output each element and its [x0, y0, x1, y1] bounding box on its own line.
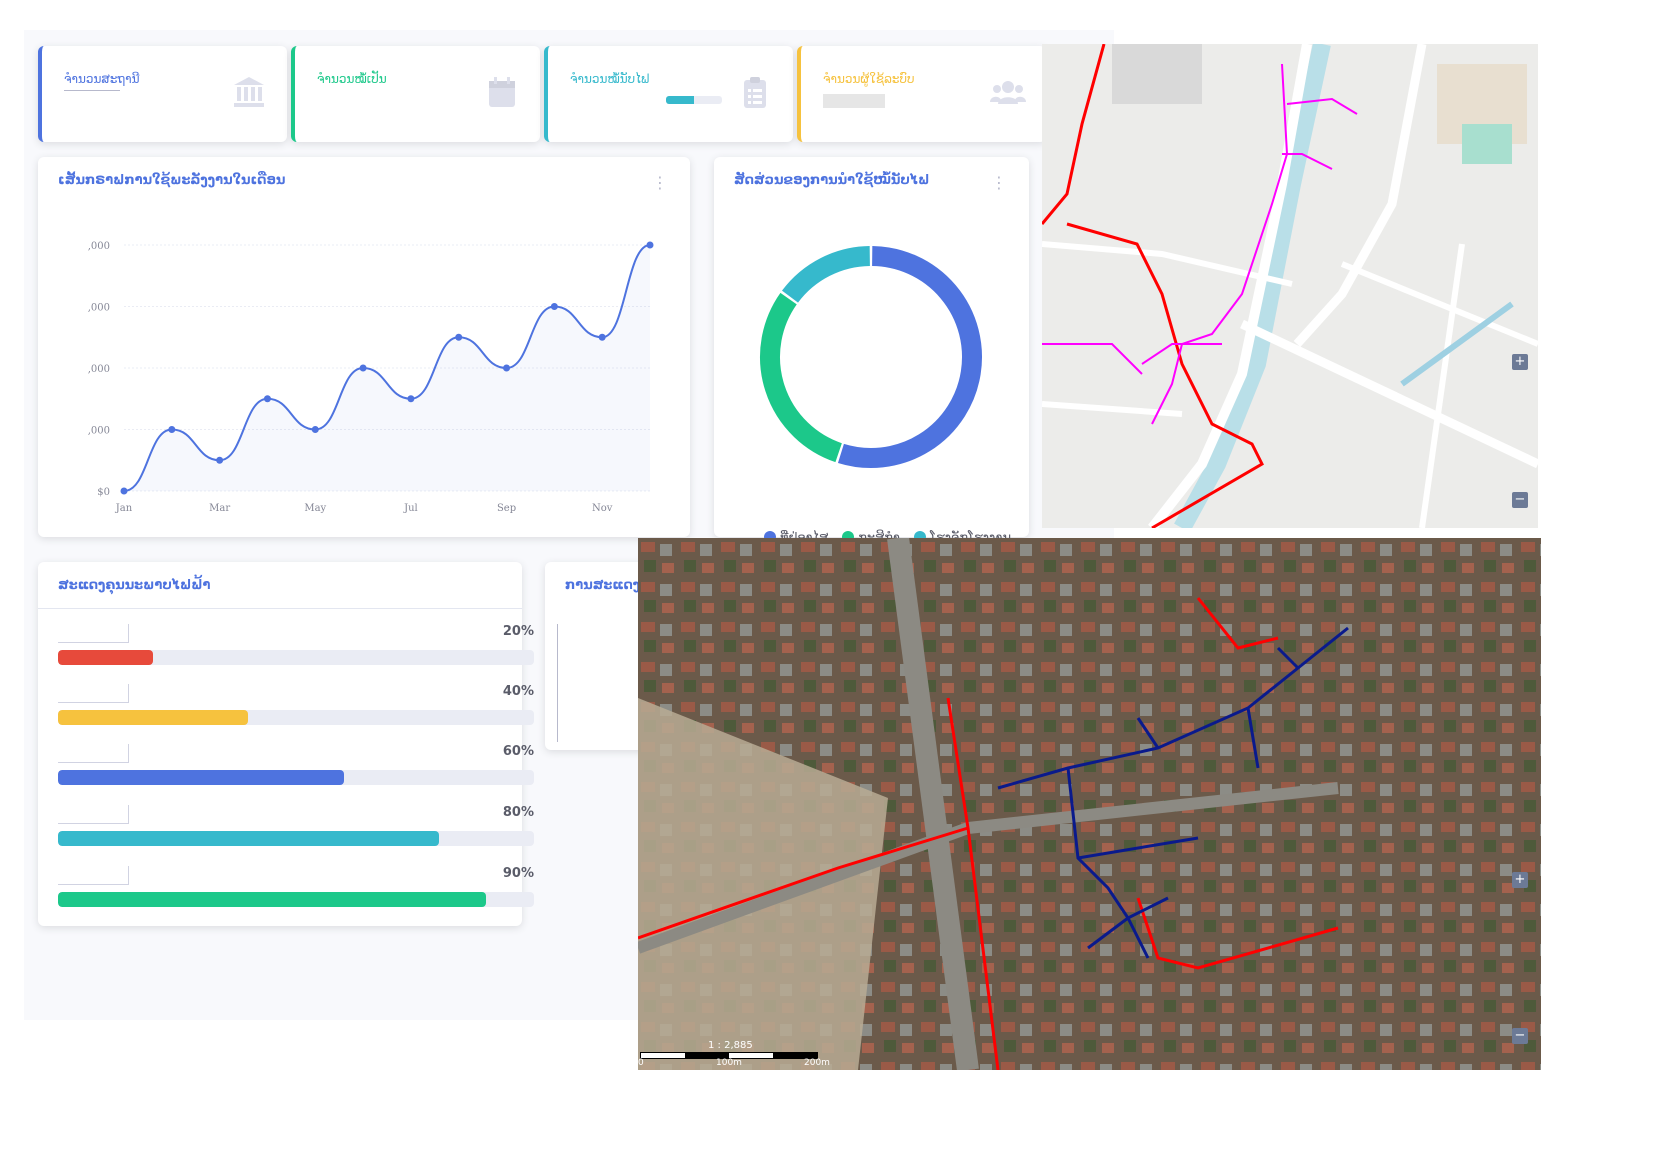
- stat-card-stations: ຈໍານວນສະຖານີ: [38, 46, 287, 142]
- data-point[interactable]: [407, 395, 415, 403]
- progress-row: 60%: [58, 744, 534, 788]
- progress-percent: 80%: [502, 805, 534, 820]
- y-tick-label: ,000: [88, 241, 110, 252]
- scale-ratio: 1 : 2,885: [708, 1040, 753, 1051]
- progress-row: 40%: [58, 684, 534, 728]
- progress-track: [58, 770, 534, 785]
- progress-row: 20%: [58, 624, 534, 668]
- scale-tick: 100m: [716, 1058, 742, 1068]
- data-point[interactable]: [550, 303, 558, 310]
- data-point[interactable]: [359, 364, 367, 372]
- progress-fill: [58, 710, 249, 725]
- progress-percent: 20%: [502, 624, 534, 639]
- satellite-map-canvas: [638, 538, 1541, 1070]
- card-divider: [38, 608, 522, 609]
- map-scale-bar: 1 : 2,885 0 100m 200m: [638, 1040, 878, 1070]
- progress-percent: 40%: [502, 684, 534, 699]
- progress-track: [58, 831, 534, 846]
- progress-percent: 60%: [502, 744, 534, 759]
- line-chart: $0 ,000 ,000 ,000 ,000 Jan Mar May Jul Sep Nov: [88, 241, 654, 514]
- donut-slice[interactable]: [837, 246, 982, 468]
- donut-slice[interactable]: [781, 246, 871, 303]
- progress-label-box: [58, 866, 129, 885]
- data-point[interactable]: [646, 241, 654, 249]
- progress-fill: [58, 892, 487, 907]
- data-point[interactable]: [263, 395, 271, 403]
- stat-card-meters: ຈໍານວນໝໍ້ເປັນ: [291, 46, 540, 142]
- stat-value-placeholder: [823, 94, 885, 108]
- progress-fill: [58, 770, 344, 785]
- x-tick-label: Jan: [115, 503, 133, 514]
- stat-progress: [666, 96, 722, 104]
- satellite-map[interactable]: 1 : 2,885 0 100m 200m + −: [638, 538, 1541, 1070]
- stat-divider: [64, 90, 120, 91]
- stat-label: ຈໍານວນຜູ້ໃຊ້ລະບົບ: [823, 72, 915, 86]
- data-point[interactable]: [168, 426, 176, 433]
- data-point[interactable]: [598, 333, 606, 341]
- progress-label-box: [58, 805, 129, 824]
- progress-percent: 90%: [502, 866, 534, 881]
- map-zoom-in-button[interactable]: +: [1512, 872, 1528, 888]
- stat-progress-fill: [666, 96, 694, 104]
- x-tick-label: May: [304, 503, 326, 514]
- progress-label-box: [58, 624, 129, 643]
- stat-card-users: ຈໍານວນຜູ້ໃຊ້ລະບົບ: [797, 46, 1046, 142]
- y-tick-label: ,000: [88, 364, 110, 375]
- users-icon: [990, 81, 1026, 104]
- progress-label-box: [58, 744, 129, 763]
- data-point[interactable]: [503, 364, 511, 372]
- clipboard-icon: [744, 77, 766, 108]
- progress-track: [58, 892, 534, 907]
- x-tick-label: Sep: [497, 503, 516, 514]
- scale-tick: 200m: [804, 1058, 830, 1068]
- x-tick-label: Nov: [592, 503, 613, 514]
- donut-slice[interactable]: [760, 292, 843, 463]
- stat-card-electric-meters: ຈໍານວນໝໍ້ນັບໄຟ: [544, 46, 793, 142]
- stat-label: ຈໍານວນໝໍ້ນັບໄຟ: [570, 72, 650, 86]
- progress-track: [58, 710, 534, 725]
- donut-chart: [760, 246, 982, 468]
- bank-icon: [234, 77, 264, 107]
- progress-label-box: [58, 684, 129, 703]
- street-map-canvas: [1042, 44, 1538, 528]
- progress-fill: [58, 831, 439, 846]
- data-point[interactable]: [455, 333, 463, 341]
- data-point[interactable]: [311, 426, 319, 433]
- line-chart-card: ເສັ້ນກຣາຟການໃຊ້ພະລັງງານໃນເດືອນ ⋮ $0,000,…: [38, 157, 690, 537]
- card-divider: [557, 624, 558, 742]
- map-zoom-out-button[interactable]: −: [1512, 492, 1528, 508]
- y-tick-label: ,000: [88, 303, 110, 314]
- progress-track: [58, 650, 534, 665]
- card-title: ສະແດງຄຸນນະພາບໄຟຟ້າ: [58, 578, 211, 593]
- calendar-icon: [489, 77, 515, 107]
- x-tick-label: Jul: [403, 503, 418, 514]
- data-point[interactable]: [216, 456, 224, 464]
- power-quality-card: ສະແດງຄຸນນະພາບໄຟຟ້າ 20% 40% 60% 80% 90%: [38, 562, 534, 926]
- map-zoom-in-button[interactable]: +: [1512, 354, 1528, 370]
- x-tick-label: Mar: [209, 503, 230, 514]
- donut-chart-card: ສັດສ່ວນຂອງການນໍາໃຊ້ໝໍ້ນັບໄຟ ⋮ ທີ່ຢູ່ອາໄສ…: [714, 157, 1029, 546]
- progress-row: 80%: [58, 805, 534, 849]
- scale-tick: 0: [638, 1058, 644, 1068]
- stat-label: ຈໍານວນໝໍ້ເປັນ: [317, 72, 387, 86]
- y-tick-label: $0: [97, 487, 110, 498]
- progress-fill: [58, 650, 154, 665]
- progress-row: 90%: [58, 866, 534, 910]
- street-map[interactable]: + −: [1042, 44, 1538, 528]
- y-tick-label: ,000: [88, 426, 110, 437]
- data-point[interactable]: [120, 487, 128, 495]
- stat-label: ຈໍານວນສະຖານີ: [64, 72, 140, 86]
- map-zoom-out-button[interactable]: −: [1512, 1028, 1528, 1044]
